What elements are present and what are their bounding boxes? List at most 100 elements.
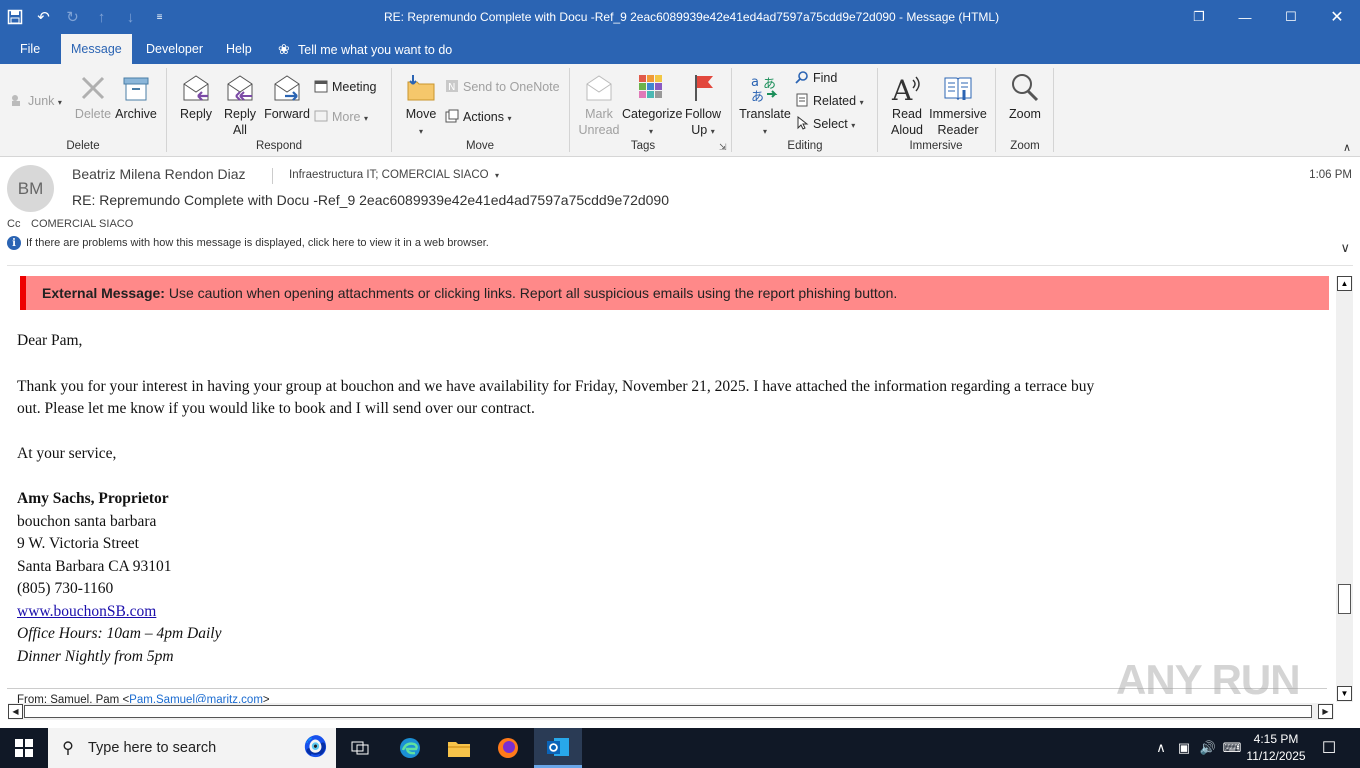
more-label: More [332,110,361,124]
translate-icon: a ああ [751,75,778,104]
scroll-left-icon[interactable]: ◀ [8,704,23,719]
paragraph-line: Thank you for your interest in having yo… [17,378,1095,395]
separator [731,68,732,152]
vertical-scroll-thumb[interactable] [1338,584,1351,614]
info-icon: i [7,236,21,250]
minimize-icon[interactable]: — [1222,0,1268,34]
svg-text:N: N [448,82,455,93]
task-view-icon[interactable] [336,728,384,768]
find-label: Find [813,71,838,85]
reply-button[interactable]: Reply [176,72,216,122]
scroll-right-icon[interactable]: ▶ [1318,704,1333,719]
taskbar: ⚲ Type here to search 🧿 ∧ ▣ 🔊 ⌨ 4:15 PM … [0,728,1360,768]
taskbar-search[interactable]: ⚲ Type here to search 🧿 [48,728,336,768]
save-icon[interactable] [0,0,29,34]
categorize-button[interactable]: Categorize ▾ [622,72,682,140]
tell-me-box[interactable]: ❀ Tell me what you want to do [278,34,452,64]
down-icon[interactable]: ↓ [116,0,145,34]
move-button[interactable]: Move ▾ [400,72,442,140]
lightbulb-icon: ❀ [278,41,290,57]
volume-icon[interactable]: 🔊 [1196,740,1220,756]
keyboard-icon[interactable]: ⌨ [1220,740,1244,756]
received-time: 1:06 PM [1309,169,1352,181]
read-aloud-button[interactable]: A Read Aloud [886,72,928,138]
ribbon: Junk ▾ Delete Archive Delete Reply Reply… [0,64,1360,157]
maximize-icon[interactable]: ☐ [1268,0,1314,34]
related-button[interactable]: Related ▾ [795,92,864,112]
firefox-icon[interactable] [484,728,532,768]
forward-button[interactable]: Forward [263,72,311,122]
follow-up-button[interactable]: Follow Up ▾ [682,72,724,140]
close-icon[interactable]: ✕ [1314,0,1360,34]
tab-message[interactable]: Message [61,34,132,64]
customize-icon[interactable]: ≡ [145,0,174,34]
follow-up-label-1: Follow [684,107,722,121]
taskbar-clock[interactable]: 4:15 PM 11/12/2025 [1244,731,1308,765]
tab-help[interactable]: Help [216,34,262,64]
horizontal-scrollbar[interactable]: ◀ ▶ [8,703,1334,720]
immersive-reader-button[interactable]: Immersive Reader [928,72,988,138]
actions-icon [445,109,459,123]
edge-icon[interactable] [386,728,434,768]
undo-icon[interactable]: ↶ [29,0,58,34]
select-button[interactable]: Select ▾ [795,115,855,135]
cc-value[interactable]: COMERCIAL SIACO [31,218,133,230]
sender-name[interactable]: Beatriz Milena Rendon Diaz [72,166,246,182]
reply-all-label-2: All [233,123,247,137]
read-aloud-icon: A [891,74,920,104]
redo-icon[interactable]: ↻ [58,0,87,34]
signature-dinner: Dinner Nightly from 5pm [17,648,174,665]
restore-ribbon-icon[interactable]: ❐ [1176,0,1222,34]
info-bar[interactable]: i If there are problems with how this mes… [7,236,489,250]
window-controls: ❐ — ☐ ✕ [1176,0,1360,34]
collapse-ribbon-icon[interactable]: ∧ [1343,141,1351,154]
network-icon[interactable]: ▣ [1172,740,1196,756]
delete-button[interactable]: Delete [74,72,112,122]
signature-hours: Office Hours: 10am – 4pm Daily [17,625,222,642]
onenote-icon: N [445,79,459,93]
archive-label: Archive [115,107,157,121]
archive-button[interactable]: Archive [114,72,158,122]
closing: At your service, [17,445,117,462]
file-explorer-icon[interactable] [435,728,483,768]
find-button[interactable]: Find [795,69,837,87]
scroll-down-icon[interactable]: ▼ [1337,686,1352,701]
mark-unread-button[interactable]: Mark Unread [578,72,620,138]
chevron-up-icon[interactable]: ∧ [1150,740,1172,756]
scroll-up-icon[interactable]: ▲ [1337,276,1352,291]
actions-button[interactable]: Actions ▾ [445,108,512,128]
up-icon[interactable]: ↑ [87,0,116,34]
read-aloud-label-1: Read [892,107,922,121]
tab-file[interactable]: File [10,34,50,64]
horizontal-scroll-thumb[interactable] [24,705,1312,718]
tab-developer[interactable]: Developer [136,34,213,64]
reply-all-button[interactable]: Reply All [220,72,260,138]
vertical-scrollbar[interactable]: ▲ ▼ [1336,276,1353,702]
follow-up-label-2: Up [691,123,708,137]
recipients-text: Infraestructura IT; COMERCIAL SIACO [289,169,489,181]
chevron-down-icon[interactable]: ▾ [495,171,499,180]
signature-website-link[interactable]: www.bouchonSB.com [17,603,156,621]
clock-time: 4:15 PM [1253,732,1299,746]
meeting-button[interactable]: Meeting [314,78,376,96]
expand-header-icon[interactable]: ∨ [1340,240,1350,256]
recipients[interactable]: Infraestructura IT; COMERCIAL SIACO ▾ [289,169,499,181]
ribbon-tabs: File Message Developer Help ❀ Tell me wha… [0,34,1360,64]
dialog-launcher-icon[interactable]: ⇲ [719,142,727,153]
outlook-icon[interactable] [534,728,582,768]
mark-unread-label-1: Mark [585,107,613,121]
separator [877,68,878,152]
start-button[interactable] [0,728,48,768]
banner-bold-text: External Message: [42,285,165,301]
related-icon [795,93,809,107]
svg-text:あ: あ [751,90,764,104]
send-to-onenote-button[interactable]: N Send to OneNote [445,78,560,96]
zoom-button[interactable]: Zoom [1004,72,1046,122]
avatar: BM [7,165,54,212]
notification-icon[interactable]: ☐ [1314,728,1344,768]
junk-button[interactable]: Junk ▾ [10,92,62,112]
group-editing-label: Editing [787,140,823,152]
more-button[interactable]: More ▾ [314,108,368,128]
translate-button[interactable]: aああ Translate ▾ [739,72,791,140]
cc-line: Cc COMERCIAL SIACO [7,218,133,230]
